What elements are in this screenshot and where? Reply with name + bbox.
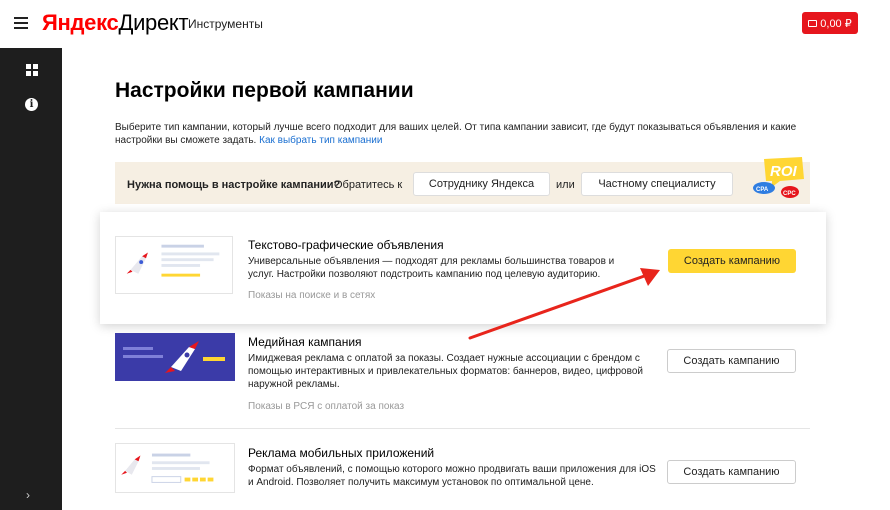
cpc-label: CPC xyxy=(783,191,796,197)
help-text-contact: Обратитесь к xyxy=(334,179,403,191)
mobile-app-thumbnail xyxy=(115,443,235,493)
top-header: ЯндексДирект Инструменты 0,00 ₽ xyxy=(0,0,890,48)
campaign-note: Показы на поиске и в сетях xyxy=(248,290,376,301)
campaign-description: Универсальные объявления — подходят для … xyxy=(248,256,615,280)
yandex-direct-logo[interactable]: ЯндексДирект xyxy=(42,10,189,36)
sidebar: i › xyxy=(0,48,62,510)
wallet-icon xyxy=(808,19,818,27)
balance-button[interactable]: 0,00 ₽ xyxy=(802,12,858,34)
how-to-choose-link[interactable]: Как выбрать тип кампании xyxy=(259,135,382,146)
create-text-campaign-button[interactable]: Создать кампанию xyxy=(668,249,796,273)
menu-icon[interactable] xyxy=(14,17,28,29)
intro-text: Выберите тип кампании, который лучше все… xyxy=(115,122,797,146)
campaign-title: Текстово-графические объявления xyxy=(248,238,444,252)
roi-badge-icon: ROI CPA CPC xyxy=(753,157,804,198)
create-mobile-campaign-button[interactable]: Создать кампанию xyxy=(667,460,796,484)
logo-direct: Директ xyxy=(118,10,189,35)
campaign-card-text-graphic[interactable]: Текстово-графические объявления Универса… xyxy=(100,212,826,324)
text-ad-thumbnail xyxy=(115,236,233,294)
campaign-description: Формат объявлений, с помощью которого мо… xyxy=(248,464,656,488)
page-title: Настройки первой кампании xyxy=(115,79,414,102)
help-text-or: или xyxy=(556,179,575,191)
dashboard-grid-icon[interactable] xyxy=(26,64,38,76)
info-icon[interactable]: i xyxy=(25,98,38,111)
private-specialist-button[interactable]: Частному специалисту xyxy=(581,172,733,196)
media-campaign-thumbnail xyxy=(115,333,235,381)
campaign-title: Реклама мобильных приложений xyxy=(248,446,435,460)
help-banner: Нужна помощь в настройке кампании? Обрат… xyxy=(115,157,810,204)
campaign-title: Медийная кампания xyxy=(248,335,362,349)
campaign-note: Показы в РСЯ с оплатой за показ xyxy=(248,401,405,412)
tools-menu[interactable]: Инструменты xyxy=(188,17,263,31)
cpa-label: CPA xyxy=(756,187,769,193)
campaign-description: Имиджевая реклама с оплатой за показы. С… xyxy=(248,353,643,390)
help-question: Нужна помощь в настройке кампании? xyxy=(127,179,341,191)
yandex-employee-button[interactable]: Сотруднику Яндекса xyxy=(413,172,550,196)
divider xyxy=(115,428,810,429)
balance-amount: 0,00 ₽ xyxy=(820,17,852,30)
chevron-right-icon[interactable]: › xyxy=(26,488,30,502)
create-media-campaign-button[interactable]: Создать кампанию xyxy=(667,349,796,373)
roi-label: ROI xyxy=(770,163,798,180)
